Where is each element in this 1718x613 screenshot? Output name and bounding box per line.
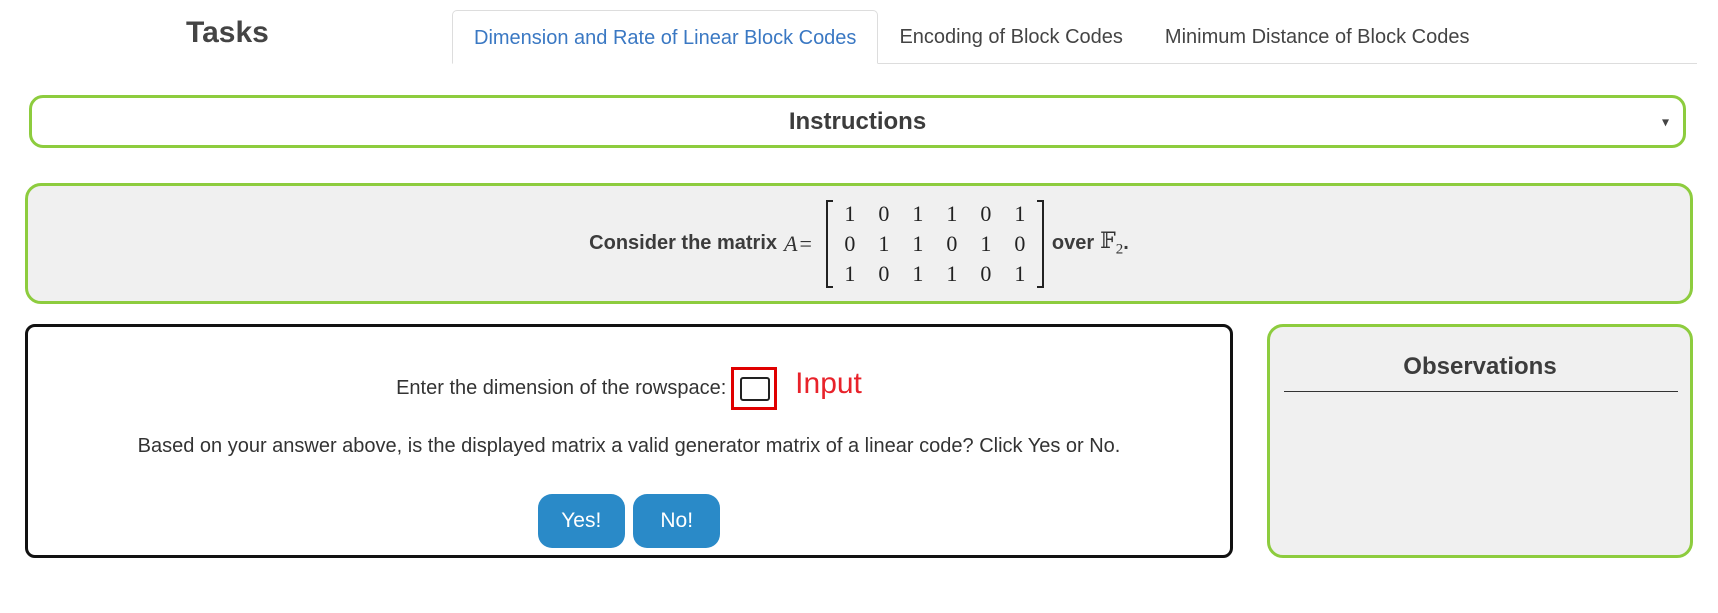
matrix-A: 1 0 1 1 0 1 0 1 1 0 1 0 1 0 1 1 0 1 <box>825 199 1044 289</box>
matrix-entry: 1 <box>1014 200 1026 226</box>
matrix-entry: 0 <box>1014 230 1026 256</box>
chevron-down-icon: ▾ <box>1661 113 1669 129</box>
matrix-symbol: A <box>784 230 798 256</box>
problem-prefix: Consider the matrix <box>589 232 777 254</box>
matrix-entry: 1 <box>878 230 890 256</box>
generator-question: Based on your answer above, is the displ… <box>137 435 1121 457</box>
matrix-entry: 1 <box>946 200 958 226</box>
matrix-entry: 1 <box>1014 260 1026 286</box>
dimension-row: Enter the dimension of the rowspace: Inp… <box>28 367 1230 411</box>
matrix-entry: 1 <box>980 230 992 256</box>
observations-divider <box>1284 391 1678 392</box>
matrix-entry: 0 <box>980 200 992 226</box>
matrix-entry: 0 <box>878 260 890 286</box>
no-button[interactable]: No! <box>633 494 721 548</box>
matrix-entries: 1 0 1 1 0 1 0 1 1 0 1 0 1 0 1 1 0 1 <box>833 199 1037 289</box>
tab-dimension-and-rate[interactable]: Dimension and Rate of Linear Block Codes <box>452 10 879 64</box>
instructions-toggle[interactable]: Instructions ▾ <box>29 95 1686 148</box>
answer-buttons: Yes! No! <box>28 494 1230 548</box>
matrix-entry: 0 <box>878 200 890 226</box>
instructions-label: Instructions <box>788 107 927 135</box>
input-highlight-box <box>730 367 777 410</box>
observations-panel: Observations <box>1267 324 1693 558</box>
yes-button[interactable]: Yes! <box>537 494 625 548</box>
matrix-entry: 1 <box>844 200 856 226</box>
observations-title: Observations <box>1403 353 1557 380</box>
matrix-entry: 1 <box>912 260 924 286</box>
answer-panel: Enter the dimension of the rowspace: Inp… <box>25 324 1233 558</box>
input-annotation: Input <box>795 366 862 400</box>
matrix-entry: 1 <box>912 230 924 256</box>
matrix-entry: 0 <box>980 260 992 286</box>
period: . <box>1123 232 1129 254</box>
matrix-entry: 1 <box>946 260 958 286</box>
tab-encoding[interactable]: Encoding of Block Codes <box>878 10 1143 63</box>
matrix-left-bracket <box>825 199 833 288</box>
dimension-input[interactable] <box>739 377 770 401</box>
field-letter: 𝔽 <box>1100 228 1116 254</box>
field-subscript: 2 <box>1115 241 1124 258</box>
matrix-entry: 1 <box>912 200 924 226</box>
matrix-entry: 1 <box>844 260 856 286</box>
task-tabs: Dimension and Rate of Linear Block Codes… <box>452 10 1697 64</box>
matrix-right-bracket <box>1036 199 1044 288</box>
tasks-heading: Tasks <box>186 16 269 49</box>
over-text: over <box>1051 232 1095 254</box>
dimension-prompt: Enter the dimension of the rowspace: <box>396 377 727 399</box>
field-symbol: 𝔽2 <box>1100 228 1123 258</box>
equals-sign: = <box>799 230 812 256</box>
matrix-entry: 0 <box>844 230 856 256</box>
problem-statement: Consider the matrix A = 1 0 1 1 0 1 0 1 … <box>25 183 1693 304</box>
matrix-entry: 0 <box>946 230 958 256</box>
tab-minimum-distance[interactable]: Minimum Distance of Block Codes <box>1144 10 1491 63</box>
